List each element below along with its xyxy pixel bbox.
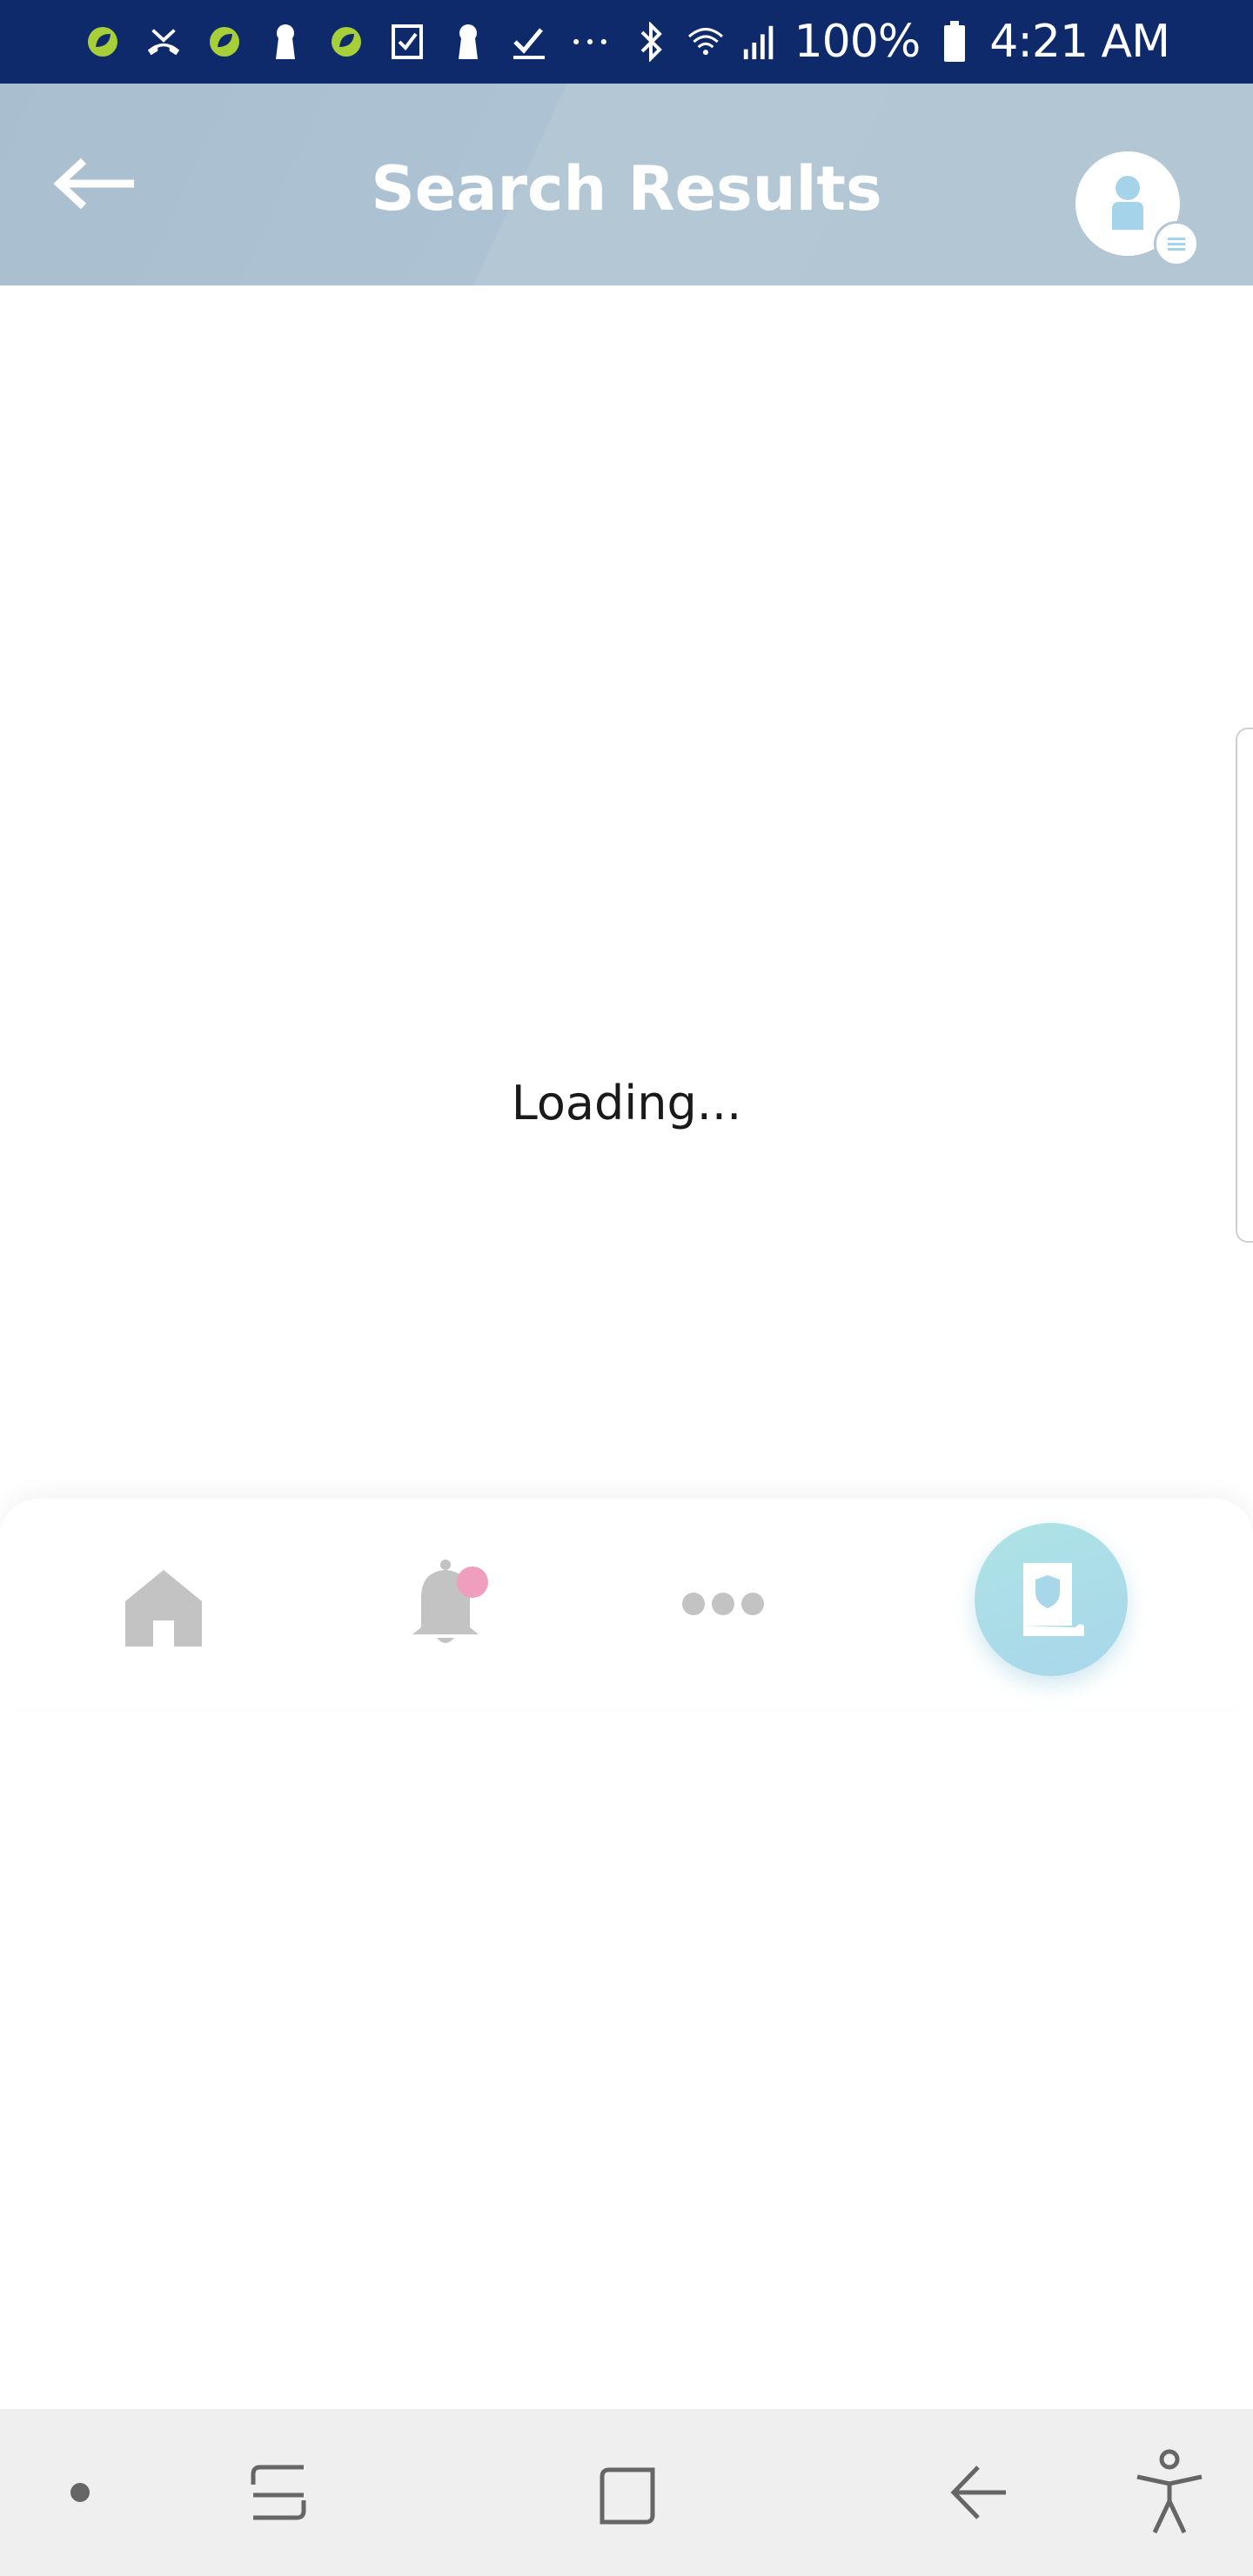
more-dots-icon: [571, 23, 609, 61]
bluetooth-icon: [633, 22, 671, 62]
app-header: Search Results: [0, 84, 1253, 285]
profile-menu-badge[interactable]: [1154, 221, 1199, 266]
battery-percent: 100%: [794, 16, 921, 68]
dot-icon: [70, 2483, 90, 2502]
keyhole-icon: [266, 23, 305, 61]
assistant-dot-button[interactable]: [61, 2466, 99, 2519]
menu-lines-icon: [1168, 238, 1185, 251]
home-button[interactable]: [588, 2458, 667, 2536]
policy-document-icon: [1023, 1563, 1084, 1636]
keyhole-icon: [449, 23, 487, 61]
nav-notifications-button[interactable]: [393, 1551, 498, 1655]
edge-panel-handle[interactable]: [1236, 728, 1253, 1243]
notification-badge: [457, 1566, 488, 1598]
notification-icons: [84, 0, 609, 84]
signal-icon: [740, 23, 779, 61]
nav-home-button[interactable]: [113, 1556, 214, 1657]
accessibility-icon: [1136, 2449, 1203, 2534]
missed-call-icon: [144, 23, 183, 61]
nav-more-button[interactable]: [675, 1565, 771, 1643]
clock: 4:21 AM: [989, 16, 1170, 68]
more-dots-icon: [682, 1593, 764, 1615]
recent-apps-icon: [251, 2465, 306, 2520]
bottom-navigation: [0, 1499, 1253, 1707]
checkmark-icon: [510, 23, 548, 61]
battery-icon: [935, 21, 974, 62]
leaf-app-icon: [84, 23, 122, 61]
wifi-icon: [687, 23, 725, 61]
back-arrow-icon: [950, 2465, 1006, 2519]
leaf-app-icon: [327, 23, 365, 61]
status-bar: 100% 4:21 AM: [0, 0, 1253, 84]
accessibility-button[interactable]: [1128, 2447, 1211, 2538]
home-square-icon: [600, 2467, 655, 2525]
page-title: Search Results: [371, 153, 882, 225]
home-icon: [125, 1570, 202, 1647]
back-button-system[interactable]: [940, 2458, 1018, 2527]
system-status: 100% 4:21 AM: [633, 0, 1170, 84]
loading-indicator: Loading...: [511, 1076, 742, 1130]
recent-apps-button[interactable]: [235, 2458, 322, 2527]
checkbox-icon: [388, 23, 426, 61]
system-navigation-bar: [0, 2409, 1253, 2576]
leaf-app-icon: [205, 23, 244, 61]
nav-policy-button[interactable]: [975, 1523, 1128, 1676]
